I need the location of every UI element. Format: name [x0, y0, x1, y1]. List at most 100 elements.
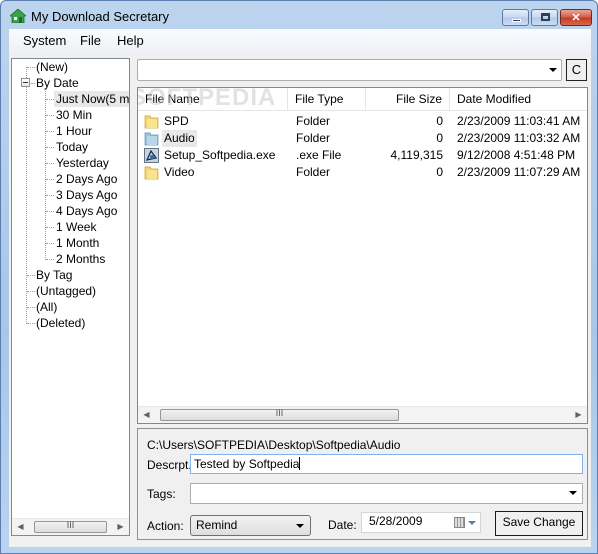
- tree-item-yesterday[interactable]: Yesterday: [56, 155, 109, 171]
- scroll-left-icon[interactable]: ◀: [138, 407, 155, 423]
- date-label: Date:: [328, 518, 357, 532]
- file-date-modified: 2/23/2009 11:07:29 AM: [457, 165, 581, 179]
- tree-item-just-now[interactable]: Just Now(5 min): [54, 91, 129, 107]
- file-row[interactable]: Video Folder 0 2/23/2009 11:07:29 AM: [138, 164, 587, 181]
- app-window: My Download Secretary ✕ System File Help: [0, 0, 598, 554]
- minimize-icon: [512, 19, 521, 22]
- column-header-file-type[interactable]: File Type: [288, 88, 366, 111]
- chevron-down-icon[interactable]: [549, 68, 557, 72]
- collapse-toggle-icon[interactable]: [21, 78, 30, 87]
- column-header-file-size[interactable]: File Size: [366, 88, 450, 111]
- file-type: Folder: [296, 165, 331, 179]
- list-header: File Name File Type File Size Date Modif…: [138, 88, 587, 111]
- tree-connector: [46, 163, 54, 164]
- file-size: 0: [436, 114, 443, 128]
- menu-bar: System File Help: [9, 29, 591, 51]
- tree-item-2-days-ago[interactable]: 2 Days Ago: [56, 171, 117, 187]
- tree-connector: [31, 83, 35, 84]
- date-value: 5/28/2009: [369, 514, 423, 528]
- folder-icon: [144, 166, 159, 180]
- file-name: Video: [164, 165, 195, 179]
- save-change-button[interactable]: Save Change: [495, 511, 583, 536]
- tree-connector: [46, 115, 54, 116]
- action-value: Remind: [196, 518, 238, 532]
- maximize-button[interactable]: [531, 9, 558, 26]
- file-list[interactable]: File Name File Type File Size Date Modif…: [137, 87, 588, 424]
- scroll-left-icon[interactable]: ◀: [12, 519, 29, 535]
- audio-folder-icon: [144, 132, 159, 146]
- tree-connector: [26, 67, 27, 324]
- file-row[interactable]: Audio Folder 0 2/23/2009 11:03:32 AM: [138, 130, 587, 147]
- tree-item-2-months[interactable]: 2 Months: [56, 251, 105, 267]
- chevron-down-icon[interactable]: [569, 491, 577, 495]
- tree-connector: [46, 227, 54, 228]
- title-bar[interactable]: My Download Secretary ✕: [1, 1, 597, 29]
- tree-connector: [46, 147, 54, 148]
- tree-item-by-date[interactable]: By Date: [36, 75, 79, 91]
- file-row[interactable]: Setup_Softpedia.exe .exe File 4,119,315 …: [138, 147, 587, 164]
- scrollbar-thumb[interactable]: III: [34, 520, 107, 533]
- tree-connector: [46, 243, 54, 244]
- grip-icon: III: [66, 520, 75, 530]
- tags-label: Tags:: [147, 487, 176, 501]
- scroll-right-icon[interactable]: ▶: [112, 519, 129, 535]
- date-picker[interactable]: 5/28/2009: [361, 512, 481, 533]
- minimize-button[interactable]: [502, 9, 529, 26]
- chevron-down-icon[interactable]: [296, 524, 304, 528]
- tree-item-1-week[interactable]: 1 Week: [56, 219, 96, 235]
- scroll-right-icon[interactable]: ▶: [570, 407, 587, 423]
- file-type: Folder: [296, 131, 331, 145]
- file-size: 0: [436, 131, 443, 145]
- file-row[interactable]: SPD Folder 0 2/23/2009 11:03:41 AM: [138, 113, 587, 130]
- tree-item-1-month[interactable]: 1 Month: [56, 235, 99, 251]
- close-icon: ✕: [571, 12, 581, 24]
- tree-item-new[interactable]: (New): [36, 59, 68, 75]
- file-size: 4,119,315: [390, 148, 444, 162]
- tree-item-untagged[interactable]: (Untagged): [36, 283, 96, 299]
- menu-help[interactable]: Help: [117, 33, 144, 48]
- action-label: Action:: [147, 519, 184, 533]
- file-list-horizontal-scrollbar[interactable]: ◀ III ▶: [138, 406, 587, 423]
- tree-connector: [46, 195, 54, 196]
- description-input[interactable]: Tested by Softpedia: [190, 454, 583, 474]
- chevron-down-icon[interactable]: [468, 521, 476, 525]
- description-value: Tested by Softpedia: [194, 457, 300, 471]
- tree-item-all[interactable]: (All): [36, 299, 57, 315]
- tags-combobox[interactable]: [190, 483, 583, 504]
- folder-icon: [144, 115, 159, 129]
- file-type: Folder: [296, 114, 331, 128]
- menu-system[interactable]: System: [23, 33, 66, 48]
- path-combobox[interactable]: [137, 59, 562, 81]
- house-icon: [10, 9, 26, 23]
- maximize-icon: [541, 13, 550, 21]
- tree-item-deleted[interactable]: (Deleted): [36, 315, 85, 331]
- action-select[interactable]: Remind: [190, 515, 311, 536]
- file-size: 0: [436, 165, 443, 179]
- tree-connector: [27, 67, 35, 68]
- tree-horizontal-scrollbar[interactable]: ◀ III ▶: [12, 518, 129, 535]
- tree-item-3-days-ago[interactable]: 3 Days Ago: [56, 187, 117, 203]
- scrollbar-thumb[interactable]: III: [160, 408, 399, 421]
- file-type: .exe File: [296, 148, 342, 162]
- c-button[interactable]: C: [566, 59, 587, 81]
- tree-connector: [46, 259, 54, 260]
- tree-item-today[interactable]: Today: [56, 139, 88, 155]
- tree-connector: [46, 131, 54, 132]
- category-tree[interactable]: (New) By Date Just Now(5 min) 30 Min 1 H…: [11, 58, 130, 536]
- file-name: SPD: [164, 114, 189, 128]
- column-header-date-modified[interactable]: Date Modified: [450, 88, 587, 111]
- tree-item-by-tag[interactable]: By Tag: [36, 267, 72, 283]
- calendar-icon[interactable]: [454, 517, 465, 528]
- file-date-modified: 9/12/2008 4:51:48 PM: [457, 148, 576, 162]
- window-title: My Download Secretary: [31, 9, 169, 24]
- column-header-file-name[interactable]: File Name: [138, 88, 288, 111]
- close-button[interactable]: ✕: [560, 9, 592, 26]
- tree-item-4-days-ago[interactable]: 4 Days Ago: [56, 203, 117, 219]
- tree-item-1-hour[interactable]: 1 Hour: [56, 123, 92, 139]
- text-caret: [299, 457, 301, 470]
- tree-item-30-min[interactable]: 30 Min: [56, 107, 92, 123]
- description-label: Descrpt.:: [147, 458, 196, 472]
- grip-icon: III: [275, 408, 284, 418]
- details-panel: C:\Users\SOFTPEDIA\Desktop\Softpedia\Aud…: [137, 428, 588, 540]
- menu-file[interactable]: File: [80, 33, 101, 48]
